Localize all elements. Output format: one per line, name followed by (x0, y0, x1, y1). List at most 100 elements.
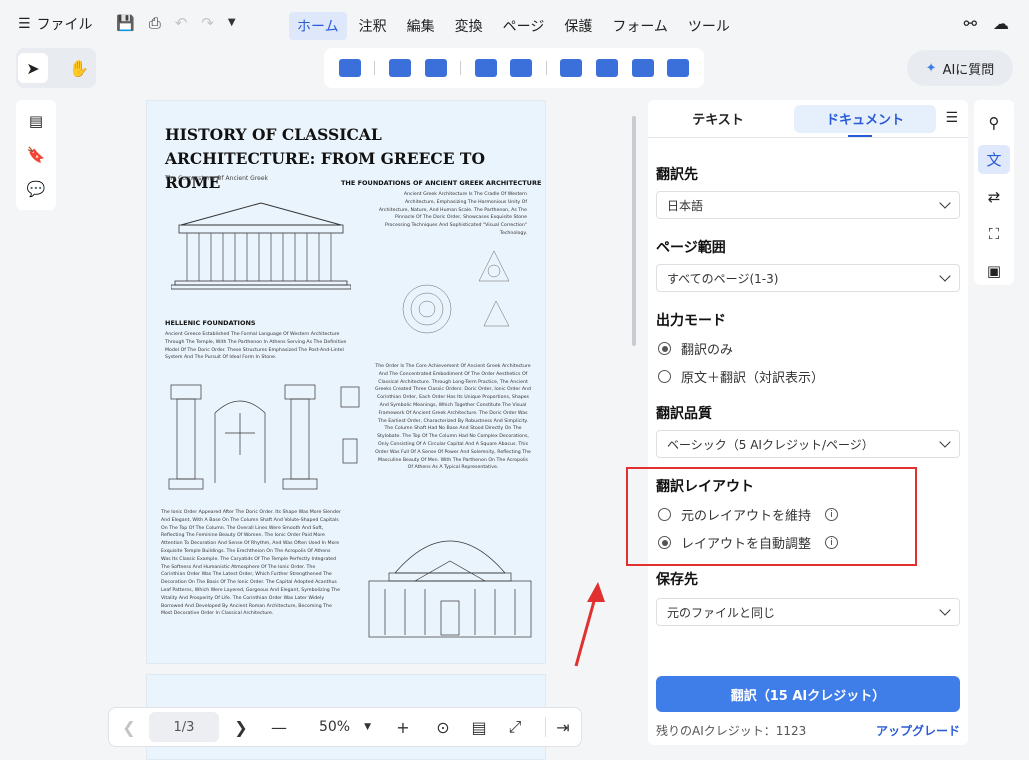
ribbon-divider (374, 61, 376, 75)
scan-icon[interactable]: ⛶ (978, 219, 1010, 248)
menu-protect[interactable]: 保護 (556, 12, 600, 40)
page-range-value: すべてのページ(1-3) (667, 271, 779, 286)
pantheon-drawing (368, 540, 532, 638)
radio-unselected[interactable] (658, 370, 671, 383)
mode-bilingual-option[interactable]: 原文＋翻訳（対訳表示） (658, 367, 824, 386)
upgrade-link[interactable]: アップグレード (876, 722, 960, 739)
menu-annotate[interactable]: 注釈 (351, 12, 395, 40)
red-highlight-box (626, 467, 917, 566)
thumbnails-icon[interactable]: ▤ (29, 112, 43, 130)
menu-tools[interactable]: ツール (680, 12, 738, 40)
ai-sparkle-icon: ✦ (925, 60, 937, 76)
translation-panel: テキスト ドキュメント ☰ 翻訳先 日本語 ページ範囲 すべてのページ(1-3)… (648, 100, 968, 745)
foundations-heading: THE FOUNDATIONS OF ANCIENT GREEK ARCHITE… (341, 179, 542, 187)
ask-ai-button[interactable]: ✦ AIに質問 (907, 50, 1013, 86)
dropdown-arrow-icon[interactable]: ▼ (228, 17, 236, 32)
area-highlight-icon[interactable] (388, 59, 411, 77)
page-range-label: ページ範囲 (656, 240, 726, 256)
cursor-tool-group: ➤ ✋ (16, 48, 96, 88)
save-location-select[interactable]: 元のファイルと同じ (656, 598, 960, 626)
pager-divider (545, 717, 546, 737)
zoom-dropdown-icon: ▼ (364, 722, 372, 732)
document-page[interactable]: HISTORY OF CLASSICAL ARCHITECTURE: FROM … (146, 100, 546, 664)
select-cursor-icon[interactable]: ➤ (18, 53, 48, 83)
zoom-out-icon[interactable]: — (269, 718, 289, 737)
fullscreen-icon[interactable]: ⤢ (505, 717, 525, 737)
translate-icon[interactable]: 文 (978, 145, 1010, 174)
upload-cloud-icon[interactable]: ☁ (993, 14, 1009, 33)
compare-docs-icon[interactable]: ⇄ (978, 182, 1010, 211)
document-subtitle: The Cornerstone Of Ancient Greek (165, 175, 269, 182)
text-recognition-icon[interactable] (510, 59, 533, 77)
active-tab-indicator (848, 135, 872, 137)
save-icon[interactable]: 💾 (116, 14, 135, 32)
columns-drawing (168, 384, 360, 490)
geometry-diagrams (402, 250, 510, 334)
page-number-input[interactable]: 1/3 (149, 712, 219, 742)
order-paragraph: The Order Is The Core Achievement Of Anc… (375, 364, 531, 471)
chevron-down-icon (939, 197, 951, 209)
bookmark-icon[interactable]: 🔖 (27, 146, 46, 164)
zoom-in-icon[interactable]: + (393, 718, 413, 737)
tab-text[interactable]: テキスト (668, 105, 768, 133)
page-view-icon[interactable]: ▤ (469, 718, 489, 737)
print-icon[interactable]: ⎙ (149, 14, 161, 32)
highlight-tool-icon[interactable] (338, 59, 361, 77)
ionic-paragraph: The Ionic Order Appeared After The Doric… (161, 510, 341, 617)
hellenic-paragraph: Ancient Greece Established The Formal La… (165, 332, 347, 361)
comment-icon[interactable]: 💬 (27, 180, 46, 198)
translate-button[interactable]: 翻訳（15 AIクレジット） (656, 676, 960, 712)
panel-menu-icon[interactable]: ☰ (945, 110, 958, 126)
hand-tool-icon[interactable]: ✋ (64, 53, 94, 83)
output-mode-label: 出力モード (656, 313, 726, 329)
compare-icon[interactable] (631, 59, 654, 77)
quality-value: ベーシック（5 AIクレジット/ページ） (667, 437, 874, 452)
main-menu: ホーム 注釈 編集 変換 ページ 保護 フォーム ツール (289, 12, 738, 40)
image-icon[interactable] (595, 59, 618, 77)
left-sidebar: ▤ 🔖 💬 (16, 100, 56, 210)
chevron-down-icon (939, 436, 951, 448)
prev-page-icon[interactable]: ❮ (119, 718, 139, 737)
collapse-panel-icon[interactable]: ⇥ (553, 718, 573, 737)
screen-record-icon[interactable]: ▣ (978, 256, 1010, 285)
quick-actions: 💾 ⎙ ↶ ↷ ▼ (116, 14, 236, 32)
hamburger-icon: ☰ (18, 16, 31, 32)
search-icon[interactable]: ⚲ (978, 108, 1010, 137)
red-arrow-annotation (574, 582, 605, 667)
target-language-label: 翻訳先 (656, 167, 698, 183)
document-scrollbar[interactable] (632, 116, 636, 346)
next-page-icon[interactable]: ❯ (231, 718, 251, 737)
page-number-value: 1/3 (173, 719, 195, 735)
menu-edit[interactable]: 編集 (399, 12, 443, 40)
video-icon[interactable] (667, 59, 690, 77)
parthenon-drawing (171, 202, 351, 290)
target-language-select[interactable]: 日本語 (656, 191, 960, 219)
right-sidebar: ⚲ 文 ⇄ ⛶ ▣ (974, 100, 1014, 285)
panel-tabs: テキスト ドキュメント ☰ (648, 100, 968, 138)
tab-document[interactable]: ドキュメント (794, 104, 936, 133)
menu-convert[interactable]: 変換 (447, 12, 491, 40)
edit-text-icon[interactable] (474, 59, 497, 77)
foundations-paragraph: Ancient Greek Architecture Is The Cradle… (378, 192, 527, 236)
zoom-select[interactable]: 50% ▼ (315, 719, 375, 735)
chevron-down-icon (939, 270, 951, 282)
undo-icon[interactable]: ↶ (175, 14, 188, 32)
ocr-icon[interactable] (560, 59, 583, 77)
quality-select[interactable]: ベーシック（5 AIクレジット/ページ） (656, 430, 960, 458)
page-range-select[interactable]: すべてのページ(1-3) (656, 264, 960, 292)
fit-page-icon[interactable]: ⊙ (433, 718, 453, 737)
share-icon[interactable]: ⚯ (964, 14, 977, 33)
file-menu-button[interactable]: ☰ ファイル (18, 14, 93, 34)
quality-label: 翻訳品質 (656, 406, 712, 422)
menu-form[interactable]: フォーム (604, 12, 676, 40)
eraser-icon[interactable] (424, 59, 447, 77)
menu-page[interactable]: ページ (495, 12, 553, 40)
radio-selected[interactable] (658, 342, 671, 355)
redo-icon[interactable]: ↷ (201, 14, 214, 32)
file-menu-label: ファイル (36, 17, 93, 33)
mode-translation-only-option[interactable]: 翻訳のみ (658, 339, 733, 358)
save-location-label: 保存先 (656, 572, 698, 588)
ask-ai-label: AIに質問 (942, 62, 995, 78)
mode-opt2-label: 原文＋翻訳（対訳表示） (681, 371, 825, 386)
menu-home[interactable]: ホーム (289, 12, 347, 40)
